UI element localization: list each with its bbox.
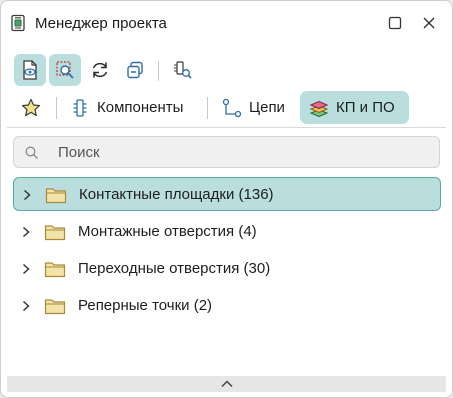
maximize-button[interactable] [385, 13, 405, 33]
tab-nets[interactable]: Цепи [215, 91, 297, 124]
zoom-region-icon [56, 61, 74, 79]
search-box[interactable] [13, 136, 440, 168]
chevron-up-icon [220, 380, 233, 388]
copy-icon [127, 61, 143, 79]
tab-pads-and-vias-label: КП и ПО [336, 99, 395, 116]
folder-icon [44, 297, 66, 318]
tab-favorites[interactable] [13, 91, 49, 124]
close-button[interactable] [419, 13, 439, 33]
folder-icon [44, 223, 66, 244]
tab-nets-label: Цепи [249, 99, 285, 116]
tab-bar: Компоненты Цепи КП и ПО [1, 91, 452, 125]
star-icon [21, 98, 41, 116]
refresh-button[interactable] [84, 54, 116, 86]
tree-item-pads[interactable]: Контактные площадки (136) [13, 177, 441, 211]
document-eye-icon [23, 60, 37, 80]
panel-collapse-bar[interactable] [7, 376, 446, 392]
maximize-icon [388, 16, 402, 30]
title-bar: Менеджер проекта [1, 1, 452, 45]
chevron-right-icon[interactable] [20, 225, 32, 242]
find-component-button[interactable] [166, 54, 198, 86]
search-icon [24, 145, 40, 164]
chevron-right-icon[interactable] [20, 299, 32, 316]
close-icon [423, 17, 435, 29]
tree-item-label: Переходные отверстия (30) [78, 260, 271, 277]
folder-icon [44, 260, 66, 281]
show-document-button[interactable] [14, 54, 46, 86]
tab-components[interactable]: Компоненты [63, 91, 201, 124]
tab-pads-and-vias[interactable]: КП и ПО [300, 91, 409, 124]
tabs-divider [7, 127, 446, 128]
tree-item-label: Реперные точки (2) [78, 297, 213, 314]
tree-item-label: Монтажные отверстия (4) [78, 223, 257, 240]
chevron-right-icon[interactable] [21, 188, 33, 205]
chevron-right-icon[interactable] [20, 262, 32, 279]
tree-item-vias[interactable]: Переходные отверстия (30) [13, 252, 441, 286]
tree-item-mounting-holes[interactable]: Монтажные отверстия (4) [13, 215, 441, 249]
folder-icon [45, 186, 67, 207]
search-input[interactable] [58, 143, 418, 161]
tab-separator [207, 97, 208, 119]
toolbar [1, 51, 452, 89]
project-manager-icon [10, 14, 28, 32]
refresh-icon [92, 62, 108, 78]
layers-icon [309, 100, 329, 117]
net-icon [222, 98, 242, 117]
tree-item-fiducials[interactable]: Реперные точки (2) [13, 289, 441, 323]
tab-components-label: Компоненты [97, 99, 184, 116]
copy-button[interactable] [119, 54, 151, 86]
toolbar-separator [158, 61, 159, 81]
tree-item-label: Контактные площадки (136) [79, 186, 274, 203]
project-manager-window: Менеджер проекта Компоненты Цепи КП и ПО… [0, 0, 453, 398]
window-title: Менеджер проекта [35, 15, 167, 32]
component-search-icon [174, 61, 192, 79]
chip-icon [73, 98, 87, 117]
zoom-region-button[interactable] [49, 54, 81, 86]
tab-separator [56, 97, 57, 119]
